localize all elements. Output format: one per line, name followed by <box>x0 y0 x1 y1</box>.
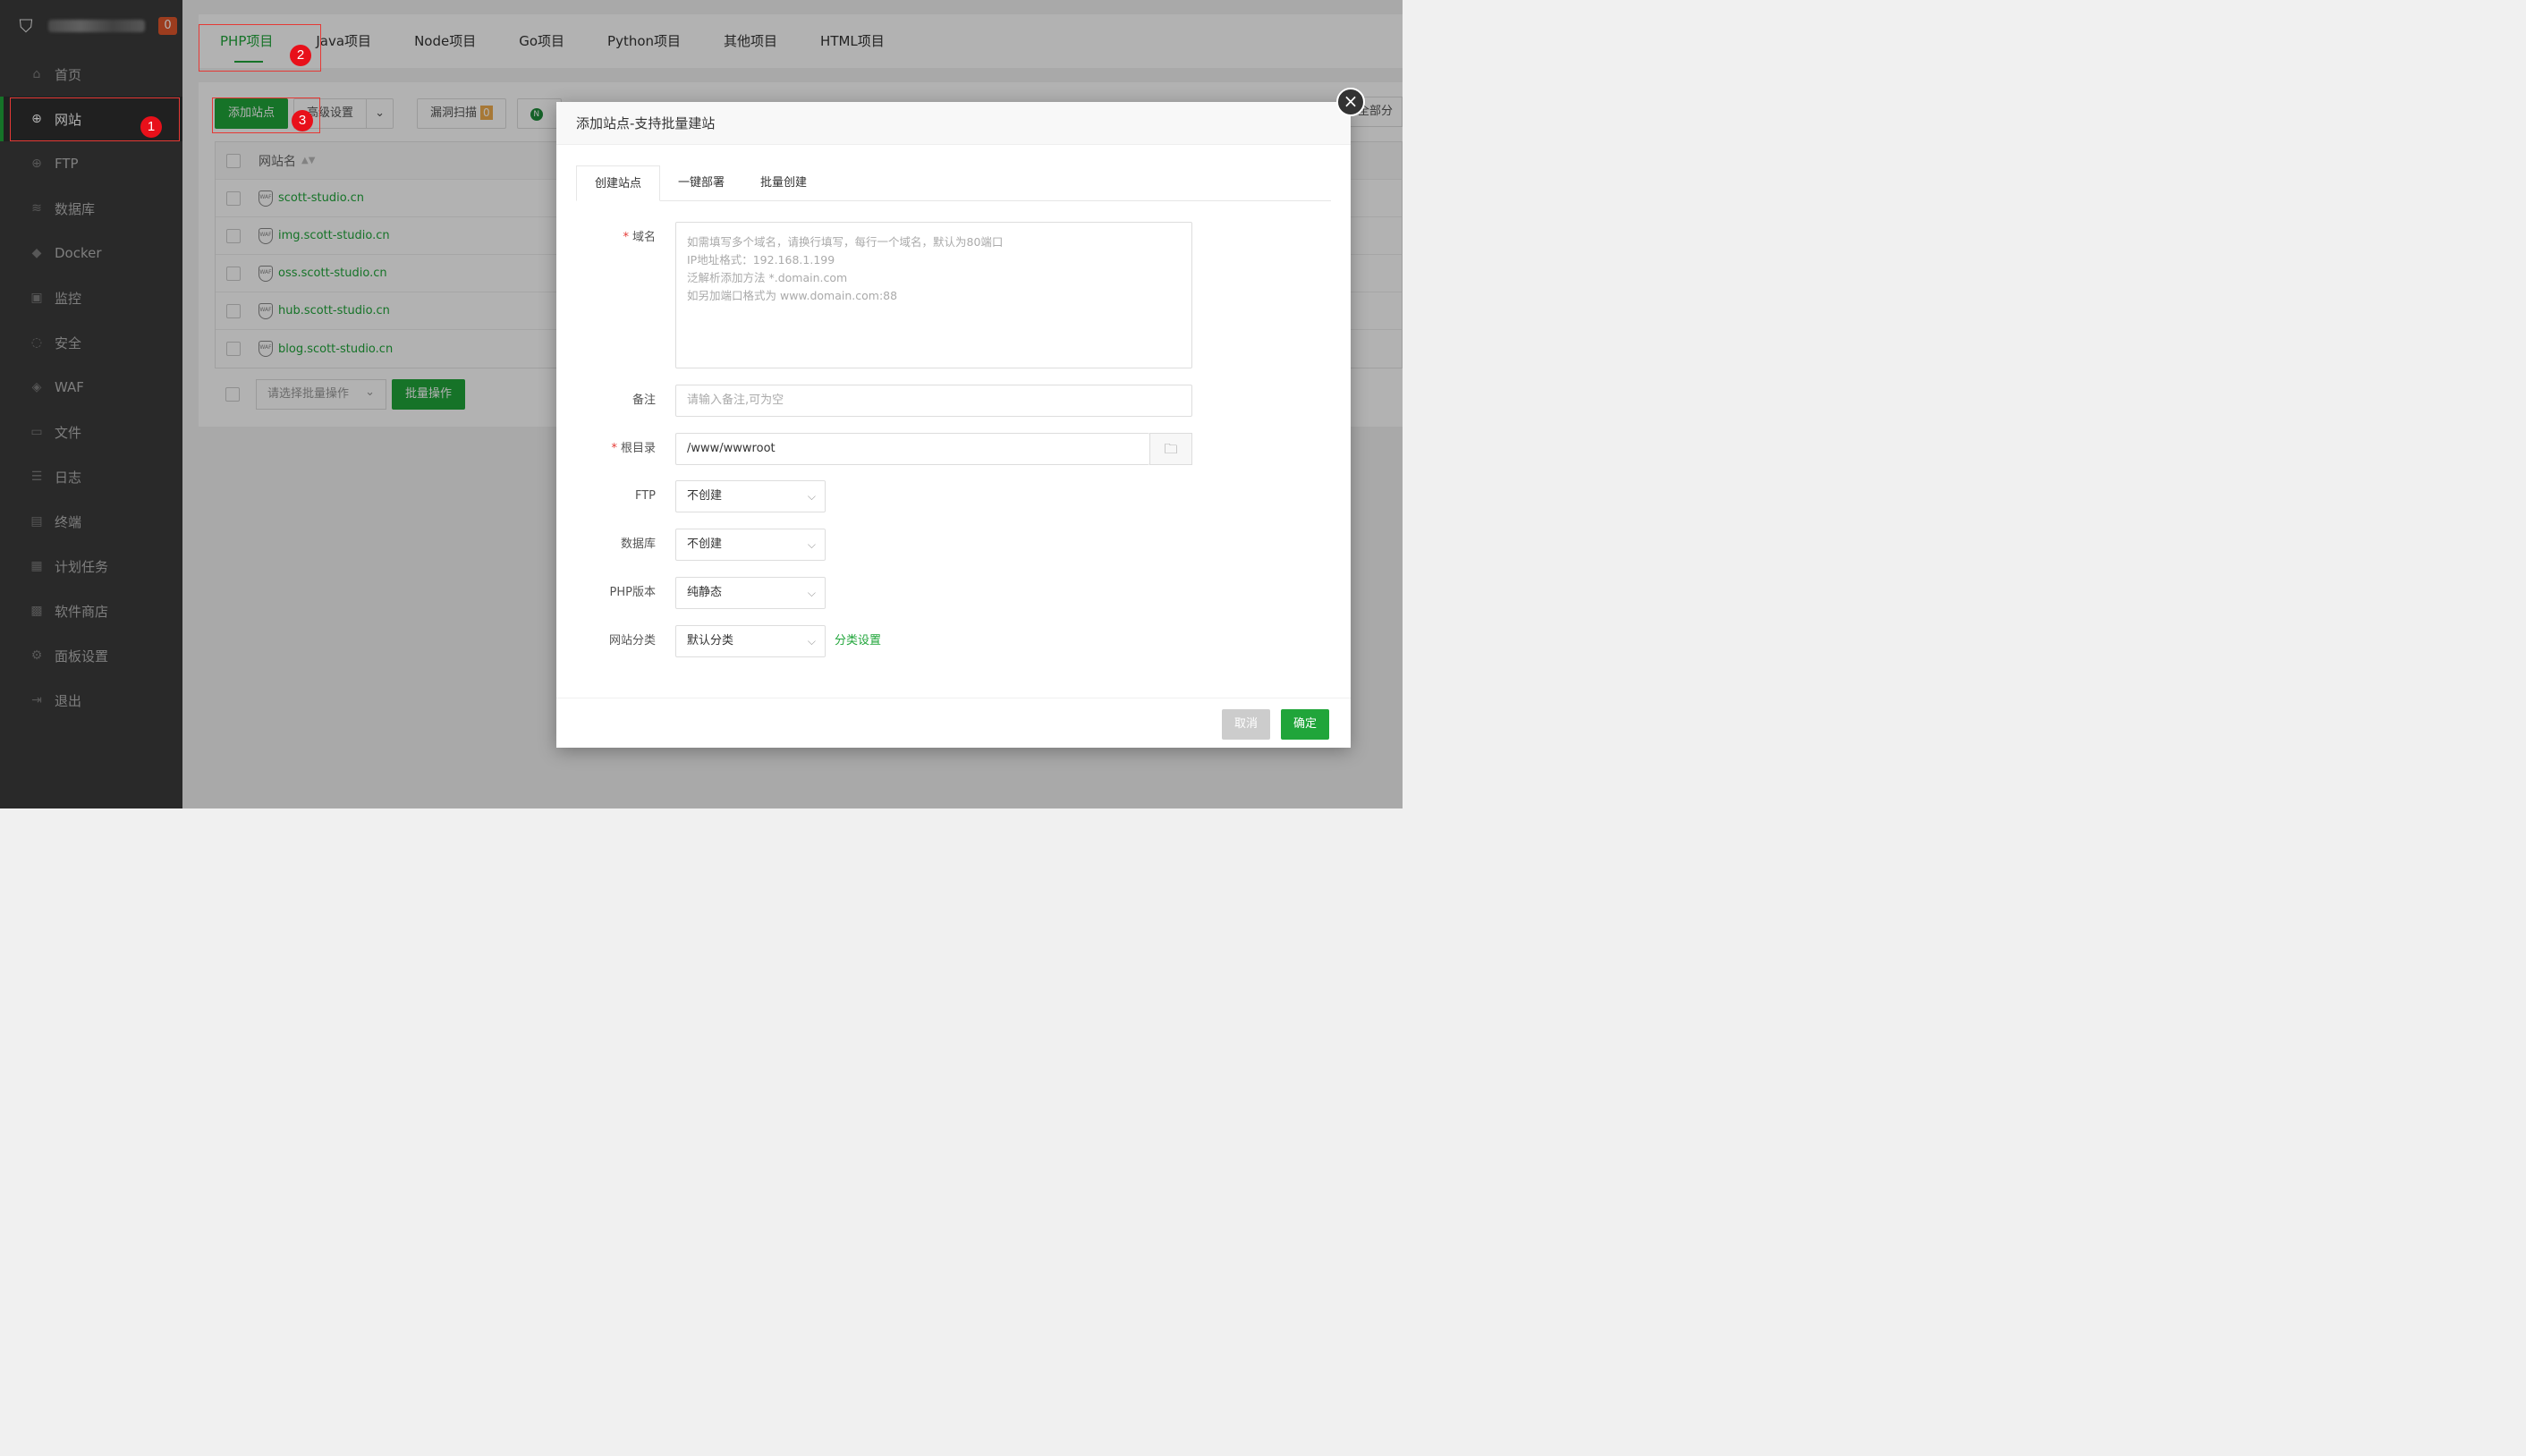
domain-label-text: 域名 <box>632 231 656 244</box>
site-category-row: 网站分类 默认分类 分类设置 <box>556 625 881 657</box>
annotation-marker-1: 1 <box>140 116 162 138</box>
dialog-title: 添加站点-支持批量建站 <box>556 102 1351 145</box>
root-dir-label-text: 根目录 <box>620 442 656 455</box>
root-dir-input[interactable]: /www/wwwroot <box>675 433 1149 465</box>
database-label: 数据库 <box>620 538 656 551</box>
required-mark: * <box>623 231 629 244</box>
domain-row: * 域名 如需填写多个域名，请换行填写，每行一个域名，默认为80端口 IP地址格式… <box>556 222 1192 368</box>
ftp-label: FTP <box>634 489 656 503</box>
category-settings-link[interactable]: 分类设置 <box>835 625 881 657</box>
app-root: ⛉ 0 ⌂ 首页 ⊕ 网站 ⊕ FTP ≋ 数据库 ◆ Docker ▣ 监控 ◌ 安全 ◈ W… <box>0 0 1403 808</box>
php-version-label: PHP版本 <box>609 586 656 599</box>
annotation-marker-3: 3 <box>292 110 313 131</box>
domain-label: * 域名 <box>556 222 675 254</box>
ftp-row: FTP 不创建 <box>556 480 826 512</box>
required-mark: * <box>611 442 617 455</box>
cancel-button[interactable]: 取消 <box>1222 709 1271 740</box>
folder-icon[interactable]: 🗀 <box>1149 433 1192 465</box>
site-category-label: 网站分类 <box>608 634 656 648</box>
dialog-tabs: 创建站点 一键部署 批量创建 <box>576 165 1331 201</box>
tab-create-site[interactable]: 创建站点 <box>576 165 661 201</box>
tab-batch-create[interactable]: 批量创建 <box>742 165 825 201</box>
tab-one-click-deploy[interactable]: 一键部署 <box>660 165 742 201</box>
root-dir-group: /www/wwwroot 🗀 <box>675 433 1192 465</box>
root-dir-label: * 根目录 <box>556 433 675 465</box>
php-version-select[interactable]: 纯静态 <box>675 577 826 609</box>
close-icon[interactable]: × <box>1336 88 1365 116</box>
ftp-select[interactable]: 不创建 <box>675 480 826 512</box>
remark-label: 备注 <box>632 394 656 407</box>
add-site-dialog: 添加站点-支持批量建站 创建站点 一键部署 批量创建 * 域名 如需填写多个域名，… <box>556 102 1351 748</box>
php-version-row: PHP版本 纯静态 <box>556 577 826 609</box>
dialog-footer: 取消 确定 <box>556 698 1351 748</box>
domain-textarea[interactable]: 如需填写多个域名，请换行填写，每行一个域名，默认为80端口 IP地址格式：192… <box>675 222 1192 368</box>
root-dir-row: * 根目录 /www/wwwroot 🗀 <box>556 433 1192 465</box>
remark-row: 备注 请输入备注,可为空 <box>556 385 1192 417</box>
confirm-button[interactable]: 确定 <box>1281 709 1330 740</box>
site-category-select[interactable]: 默认分类 <box>675 625 826 657</box>
remark-input[interactable]: 请输入备注,可为空 <box>675 385 1192 417</box>
annotation-marker-2: 2 <box>290 45 311 66</box>
database-row: 数据库 不创建 <box>556 529 826 561</box>
database-select[interactable]: 不创建 <box>675 529 826 561</box>
